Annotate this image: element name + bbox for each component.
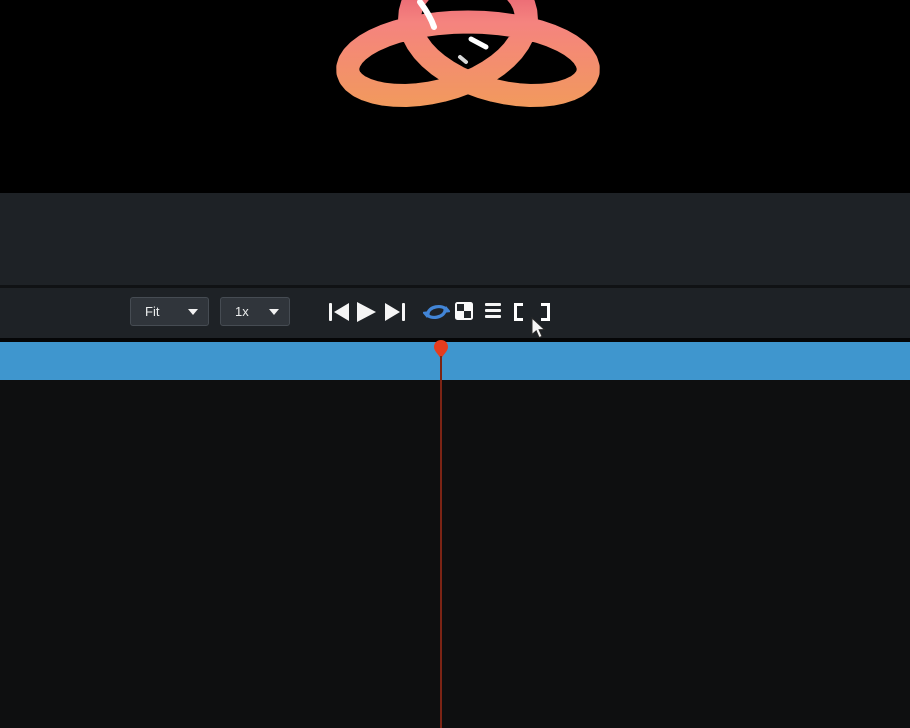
pretzel-path xyxy=(348,0,588,96)
motion-dash-icon xyxy=(471,39,486,47)
animation-viewport xyxy=(0,0,910,193)
timeline-content-area xyxy=(0,380,910,728)
zoom-fit-value: Fit xyxy=(145,305,159,318)
app-window: Fit 1x xyxy=(0,0,910,728)
motion-dash-icon xyxy=(460,57,466,62)
out-point-button[interactable] xyxy=(541,303,550,321)
chevron-down-icon xyxy=(188,309,198,315)
playback-speed-value: 1x xyxy=(235,305,249,318)
timeline-track[interactable] xyxy=(0,342,910,380)
zoom-fit-dropdown[interactable]: Fit xyxy=(130,297,209,326)
info-panel xyxy=(0,193,910,285)
first-frame-button[interactable] xyxy=(329,303,349,321)
frame-list-button[interactable] xyxy=(485,303,501,318)
play-button[interactable] xyxy=(357,302,376,322)
background-toggle-button[interactable] xyxy=(455,302,473,320)
last-frame-button[interactable] xyxy=(385,303,405,321)
player-toolbar: Fit 1x xyxy=(0,288,910,338)
playback-speed-dropdown[interactable]: 1x xyxy=(220,297,290,326)
first-frame-icon xyxy=(329,303,332,321)
pretzel-animation xyxy=(0,0,910,193)
list-lines-icon xyxy=(485,303,501,306)
chevron-down-icon xyxy=(269,309,279,315)
last-frame-icon xyxy=(385,303,400,321)
loop-icon xyxy=(423,300,450,324)
loop-toggle-button[interactable] xyxy=(423,300,450,329)
in-point-button[interactable] xyxy=(514,303,523,321)
play-icon xyxy=(357,302,376,322)
playhead-line xyxy=(440,356,442,728)
